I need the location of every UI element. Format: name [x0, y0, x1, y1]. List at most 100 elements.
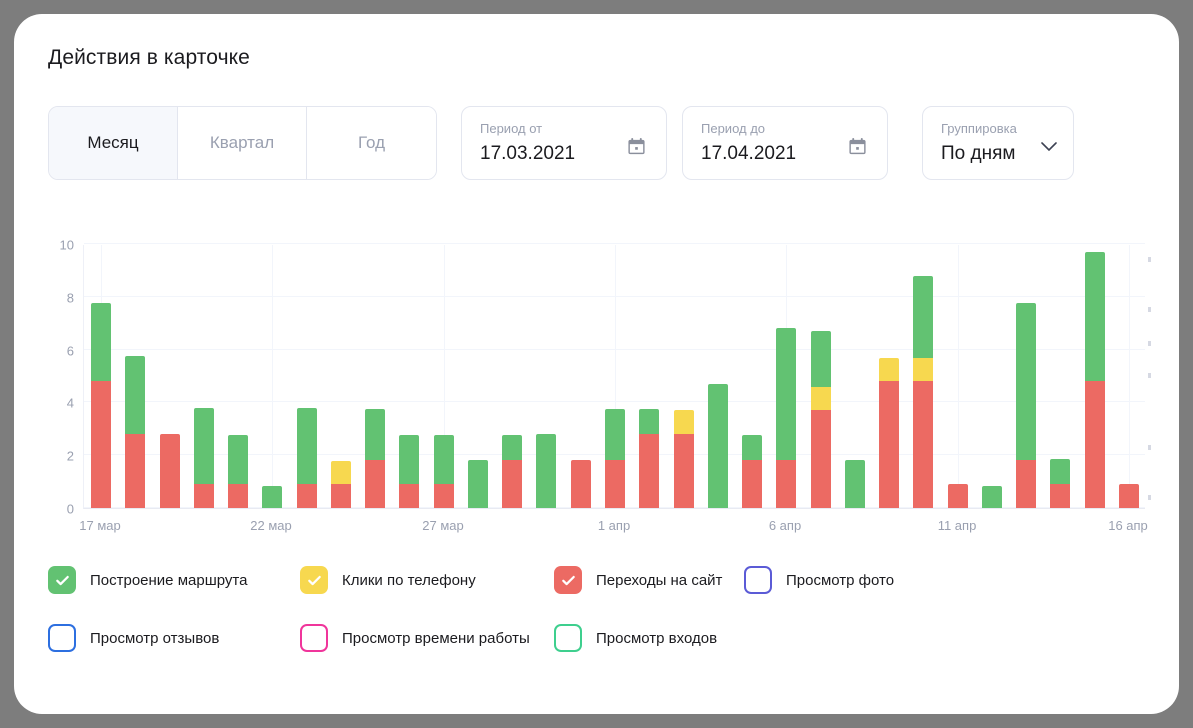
- bar-29[interactable]: [1085, 251, 1105, 508]
- y-tick-label: 6: [66, 343, 74, 359]
- bar-segment: [948, 484, 968, 508]
- bar-25[interactable]: [948, 484, 968, 508]
- y-tick-label: 0: [66, 501, 74, 517]
- bar-8[interactable]: [365, 409, 385, 508]
- bar-10[interactable]: [434, 435, 454, 508]
- bar-segment: [811, 331, 831, 387]
- date-to-field[interactable]: Период до 17.04.2021: [682, 106, 888, 180]
- bar-6[interactable]: [297, 407, 317, 508]
- bar-segment: [1016, 303, 1036, 461]
- bar-segment: [434, 435, 454, 485]
- x-tick-label: 27 мар: [422, 518, 464, 533]
- bar-11[interactable]: [468, 460, 488, 508]
- legend-label: Просмотр времени работы: [342, 629, 530, 647]
- bar-26[interactable]: [982, 485, 1002, 508]
- bar-13[interactable]: [536, 434, 556, 508]
- bar-segment: [639, 434, 659, 508]
- date-to-label: Период до: [701, 121, 766, 136]
- y-tick-label: 10: [59, 237, 74, 253]
- bar-20[interactable]: [776, 328, 796, 508]
- legend-item-1[interactable]: Клики по телефону: [300, 566, 476, 594]
- grouping-select[interactable]: Группировка По дням: [922, 106, 1074, 180]
- bar-5[interactable]: [262, 485, 282, 508]
- bar-segment: [845, 460, 865, 508]
- bar-segment: [262, 485, 282, 508]
- vertical-gridline: [1129, 245, 1130, 508]
- legend-item-4[interactable]: Просмотр отзывов: [48, 624, 219, 652]
- bar-segment: [399, 484, 419, 508]
- calendar-icon[interactable]: [627, 137, 646, 161]
- bar-segment: [160, 434, 180, 508]
- legend-label: Просмотр входов: [596, 629, 718, 647]
- period-toggle-0[interactable]: Месяц: [49, 107, 178, 179]
- bar-30[interactable]: [1119, 484, 1139, 508]
- activity-card: Действия в карточке Месяц Квартал Год Пери…: [14, 14, 1179, 714]
- bar-4[interactable]: [228, 435, 248, 508]
- bar-16[interactable]: [639, 409, 659, 508]
- x-tick-label: 16 апр: [1108, 518, 1148, 533]
- checkbox-checked-icon[interactable]: [300, 566, 328, 594]
- bar-segment: [811, 386, 831, 411]
- bar-segment: [674, 434, 694, 508]
- bar-segment: [365, 409, 385, 461]
- bar-segment: [434, 484, 454, 508]
- legend-label: Переходы на сайт: [596, 571, 723, 589]
- bar-28[interactable]: [1050, 459, 1070, 508]
- legend-item-2[interactable]: Переходы на сайт: [554, 566, 722, 594]
- bar-9[interactable]: [399, 435, 419, 508]
- bar-segment: [399, 435, 419, 485]
- edge-tick: [1148, 257, 1151, 262]
- bar-12[interactable]: [502, 435, 522, 508]
- checkbox-unchecked-icon[interactable]: [48, 624, 76, 652]
- bar-2[interactable]: [160, 434, 180, 508]
- bar-18[interactable]: [708, 383, 728, 508]
- bar-19[interactable]: [742, 435, 762, 508]
- bar-segment: [674, 410, 694, 435]
- legend-label: Просмотр фото: [786, 571, 895, 589]
- bar-1[interactable]: [125, 356, 145, 508]
- legend-item-0[interactable]: Построение маршрута: [48, 566, 247, 594]
- bar-segment: [502, 460, 522, 508]
- legend-item-3[interactable]: Просмотр фото: [744, 566, 894, 594]
- bar-21[interactable]: [811, 331, 831, 508]
- checkbox-checked-icon[interactable]: [554, 566, 582, 594]
- legend-row: Построение маршрута Клики по телефону Пере…: [48, 566, 1048, 624]
- right-edge-ticks: [1148, 245, 1151, 509]
- bar-3[interactable]: [194, 407, 214, 508]
- checkbox-unchecked-icon[interactable]: [300, 624, 328, 652]
- bar-15[interactable]: [605, 409, 625, 508]
- edge-tick: [1148, 445, 1151, 450]
- chevron-down-icon[interactable]: [1041, 139, 1057, 157]
- bar-segment: [879, 357, 899, 382]
- bar-22[interactable]: [845, 460, 865, 508]
- legend-item-6[interactable]: Просмотр входов: [554, 624, 717, 652]
- date-from-field[interactable]: Период от 17.03.2021: [461, 106, 667, 180]
- x-axis: 17 мар 22 мар 27 мар 1 апр 6 апр 11 апр 16 апр: [79, 518, 1148, 538]
- bar-segment: [125, 356, 145, 435]
- legend-item-5[interactable]: Просмотр времени работы: [300, 624, 530, 652]
- activity-chart: 0 2 4 6 8 10 17 мар 22 мар 27 мар 1 апр 6 апр 11 а…: [14, 226, 1179, 546]
- bar-segment: [91, 303, 111, 382]
- bar-0[interactable]: [91, 303, 111, 508]
- bar-17[interactable]: [674, 410, 694, 508]
- bar-27[interactable]: [1016, 303, 1036, 508]
- edge-tick: [1148, 341, 1151, 346]
- checkbox-unchecked-icon[interactable]: [744, 566, 772, 594]
- y-axis: 0 2 4 6 8 10: [48, 226, 74, 517]
- bar-7[interactable]: [331, 460, 351, 508]
- calendar-icon[interactable]: [848, 137, 867, 161]
- bar-24[interactable]: [913, 275, 933, 508]
- legend-label: Просмотр отзывов: [90, 629, 220, 647]
- checkbox-checked-icon[interactable]: [48, 566, 76, 594]
- period-toggle-group[interactable]: Месяц Квартал Год: [48, 106, 437, 180]
- bar-14[interactable]: [571, 460, 591, 508]
- bar-segment: [639, 409, 659, 435]
- y-tick-label: 8: [66, 290, 74, 306]
- checkbox-unchecked-icon[interactable]: [554, 624, 582, 652]
- period-toggle-2[interactable]: Год: [307, 107, 436, 179]
- edge-tick: [1148, 307, 1151, 312]
- bar-23[interactable]: [879, 357, 899, 508]
- period-toggle-1[interactable]: Квартал: [178, 107, 307, 179]
- bar-segment: [331, 484, 351, 508]
- x-tick-label: 22 мар: [250, 518, 292, 533]
